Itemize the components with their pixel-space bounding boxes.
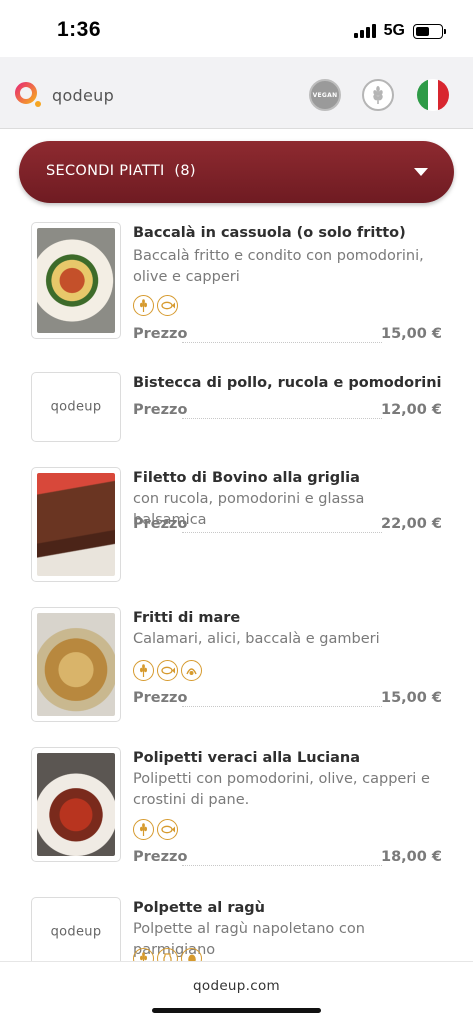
- allergen-list: [133, 295, 178, 316]
- gluten-free-filter-icon[interactable]: [362, 79, 394, 111]
- item-description: Baccalà fritto e condito con pomodorini,…: [133, 248, 424, 285]
- item-price: 15,00 €: [380, 690, 442, 706]
- price-leader: [182, 706, 382, 707]
- gluten-icon: [133, 295, 154, 316]
- crustacean-icon: [181, 660, 202, 681]
- item-name: Bistecca di pollo, rucola e pomodorini: [133, 375, 442, 391]
- gluten-icon: [133, 819, 154, 840]
- item-name: Baccalà in cassuola (o solo fritto): [133, 225, 406, 241]
- price-row: Prezzo 15,00 €: [133, 326, 442, 346]
- dish-photo: [31, 222, 121, 339]
- price-leader: [182, 418, 382, 419]
- placeholder-thumbnail: qodeup: [31, 372, 121, 442]
- app-header: qodeup VEGAN: [0, 57, 473, 129]
- signal-icon: [353, 24, 376, 38]
- qodeup-logo-icon: [15, 82, 41, 107]
- category-label: SECONDI PIATTI (8): [46, 163, 196, 179]
- chevron-down-icon: [414, 168, 428, 176]
- item-description: Polipetti con pomodorini, olive, capperi…: [133, 771, 430, 808]
- category-name: SECONDI PIATTI: [46, 163, 165, 179]
- fish-icon: [157, 660, 178, 681]
- network-type: 5G: [383, 22, 405, 39]
- status-bar: 1:36 5G: [0, 0, 473, 57]
- fish-icon: [157, 295, 178, 316]
- price-label: Prezzo: [133, 402, 188, 418]
- item-description: Calamari, alici, baccalà e gamberi: [133, 631, 380, 647]
- price-row: Prezzo 22,00 €: [133, 516, 442, 536]
- placeholder-thumbnail: qodeup: [31, 897, 121, 967]
- home-indicator[interactable]: [152, 1008, 321, 1013]
- placeholder-logo: qodeup: [50, 924, 102, 940]
- price-row: Prezzo 18,00 €: [133, 849, 442, 869]
- category-dropdown[interactable]: SECONDI PIATTI (8): [19, 141, 454, 203]
- price-label: Prezzo: [133, 326, 188, 342]
- price-row: Prezzo 15,00 €: [133, 690, 442, 710]
- item-name: Filetto di Bovino alla griglia: [133, 470, 360, 486]
- price-label: Prezzo: [133, 690, 188, 706]
- footer: qodeup.com: [0, 961, 473, 1024]
- allergen-list: [133, 660, 202, 681]
- italian-flag-icon[interactable]: [417, 79, 449, 111]
- dish-photo: [31, 747, 121, 862]
- status-time: 1:36: [57, 18, 102, 41]
- status-indicators: 5G: [353, 22, 446, 40]
- price-leader: [182, 865, 382, 866]
- battery-icon: [413, 23, 446, 39]
- allergen-list: [133, 819, 178, 840]
- item-price: 12,00 €: [380, 402, 442, 418]
- price-leader: [182, 532, 382, 533]
- vegan-badge-text: VEGAN: [312, 91, 338, 99]
- placeholder-logo: qodeup: [50, 399, 102, 415]
- item-price: 22,00 €: [380, 516, 442, 532]
- footer-link[interactable]: qodeup.com: [0, 978, 473, 994]
- logo-text: qodeup: [52, 85, 115, 105]
- item-name: Fritti di mare: [133, 610, 241, 626]
- category-count: (8): [174, 163, 196, 179]
- price-label: Prezzo: [133, 849, 188, 865]
- item-price: 18,00 €: [380, 849, 442, 865]
- gluten-icon: [133, 660, 154, 681]
- dish-photo: [31, 607, 121, 722]
- item-name: Polipetti veraci alla Luciana: [133, 750, 361, 766]
- vegan-filter-icon[interactable]: VEGAN: [309, 79, 341, 111]
- item-price: 15,00 €: [380, 326, 442, 342]
- wheat-icon: [373, 86, 383, 104]
- price-leader: [182, 342, 382, 343]
- item-name: Polpette al ragù: [133, 900, 265, 916]
- qodeup-logo[interactable]: qodeup: [14, 81, 114, 109]
- price-label: Prezzo: [133, 516, 188, 532]
- dish-photo: [31, 467, 121, 582]
- price-row: Prezzo 12,00 €: [133, 402, 442, 422]
- fish-icon: [157, 819, 178, 840]
